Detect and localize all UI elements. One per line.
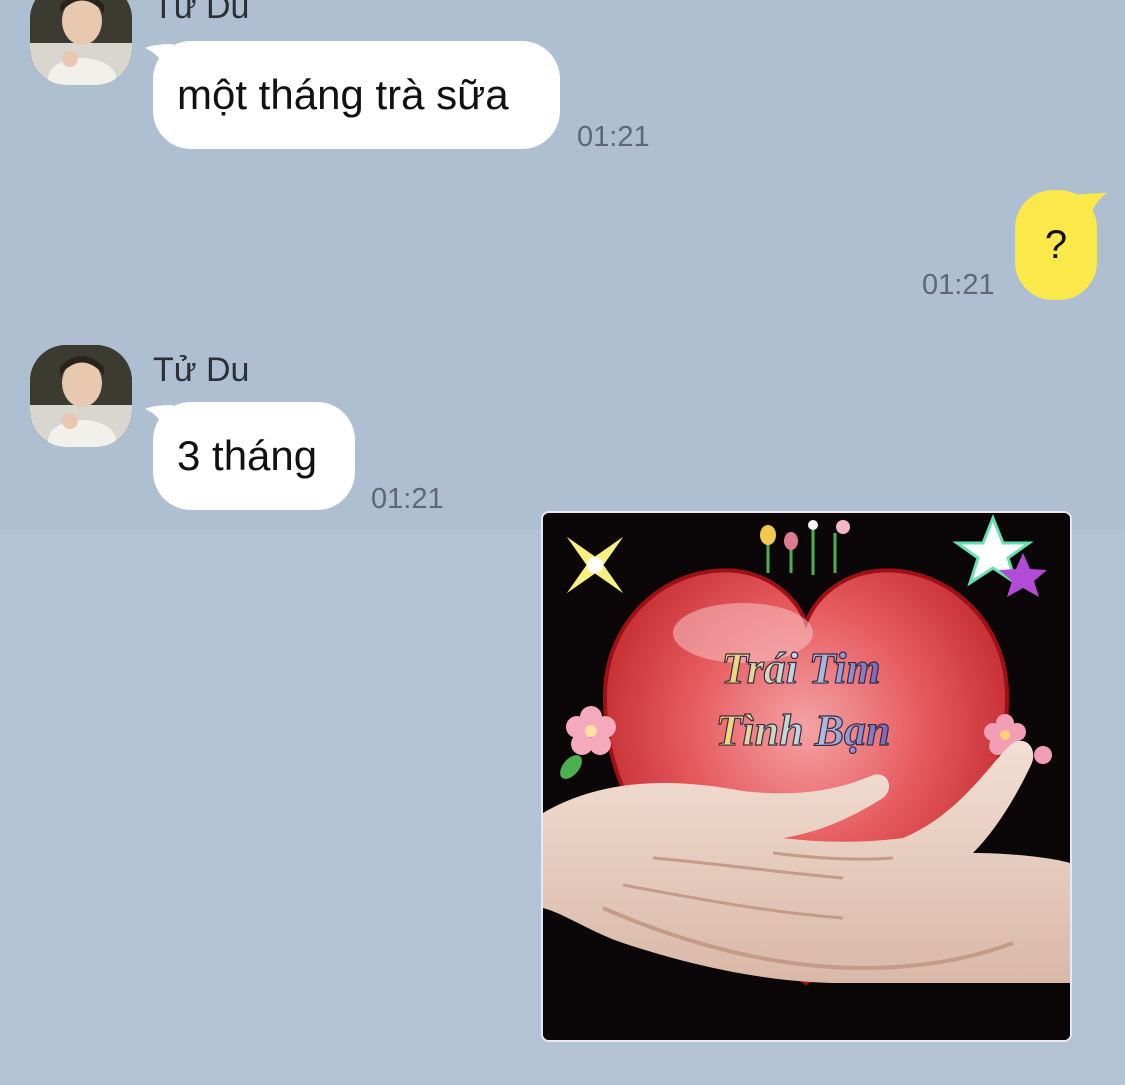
contact-avatar[interactable] — [30, 0, 132, 85]
message-text: 3 tháng — [177, 432, 318, 479]
message-text: ? — [1044, 222, 1068, 267]
sticker-text-line1: Trái Tim — [721, 644, 880, 693]
message-time: 01:21 — [577, 121, 650, 153]
message-bubble[interactable]: 3 tháng — [153, 402, 355, 510]
bubble-tail — [1075, 193, 1107, 219]
message-time: 01:21 — [922, 269, 995, 301]
sticker-image[interactable]: Trái Tim Tình Bạn — [543, 513, 1070, 1040]
message-bubble[interactable]: một tháng trà sữa — [153, 41, 560, 149]
message-text: một tháng trà sữa — [177, 71, 509, 118]
heart-hands-illustration: Trái Tim Tình Bạn — [543, 513, 1070, 1040]
message-time: 01:21 — [371, 483, 444, 515]
sticker-text-line2: Tình Bạn — [716, 706, 891, 755]
sender-name: Tử Du — [153, 0, 250, 26]
sender-name: Tử Du — [153, 351, 250, 389]
contact-avatar[interactable] — [30, 345, 132, 447]
